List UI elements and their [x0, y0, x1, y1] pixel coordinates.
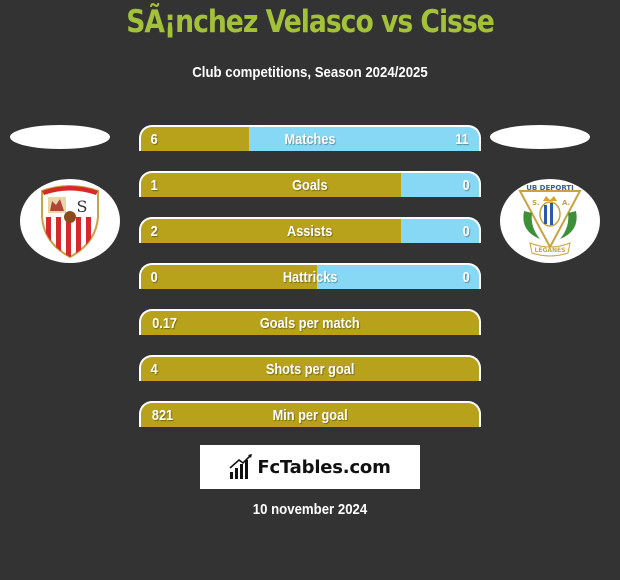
brand-name: FcTables.com [257, 456, 391, 478]
bar-chart-icon [229, 454, 253, 479]
right-value: 11 [455, 130, 469, 148]
stat-row-assists: 2 Assists 0 [139, 217, 481, 243]
stat-label: Shots per goal [265, 360, 355, 378]
right-value: 0 [462, 268, 470, 286]
stat-row-matches: 6 Matches 11 [139, 125, 481, 151]
svg-text:UB DEPORTI: UB DEPORTI [526, 184, 574, 192]
stat-label: Goals [292, 176, 328, 194]
sevilla-crest-icon: S [41, 185, 99, 259]
fctables-logo[interactable]: FcTables.com [200, 445, 420, 489]
stat-label: Assists [287, 222, 333, 240]
stat-row-hattricks: 0 Hattricks 0 [139, 263, 481, 289]
right-value: 0 [462, 222, 470, 240]
svg-text:LEGANES: LEGANES [535, 247, 566, 254]
svg-text:S: S [77, 197, 88, 216]
right-player-oval [490, 125, 590, 149]
stat-label: Hattricks [282, 268, 338, 286]
svg-text:S.: S. [532, 199, 540, 207]
page-title: SÃ¡nchez Velasco vs Cisse [126, 4, 495, 40]
right-value: 0 [462, 176, 470, 194]
stat-label: Min per goal [272, 406, 348, 424]
stat-row-goals-per-match: 0.17 Goals per match [139, 309, 481, 335]
stat-label: Matches [284, 130, 336, 148]
stat-row-min-per-goal: 821 Min per goal [139, 401, 481, 427]
left-player-oval [10, 125, 110, 149]
report-date: 10 november 2024 [252, 501, 368, 518]
right-team-logo[interactable]: UB DEPORTI S. A. LEGANES [500, 179, 600, 263]
stat-label: Goals per match [260, 314, 360, 332]
leganes-crest-icon: UB DEPORTI S. A. LEGANES [518, 184, 582, 257]
stat-row-shots-per-goal: 4 Shots per goal [139, 355, 481, 381]
left-team-logo[interactable]: S [20, 179, 120, 263]
svg-text:A.: A. [562, 199, 570, 207]
stat-row-goals: 1 Goals 0 [139, 171, 481, 197]
competition-subtitle: Club competitions, Season 2024/2025 [192, 64, 428, 81]
